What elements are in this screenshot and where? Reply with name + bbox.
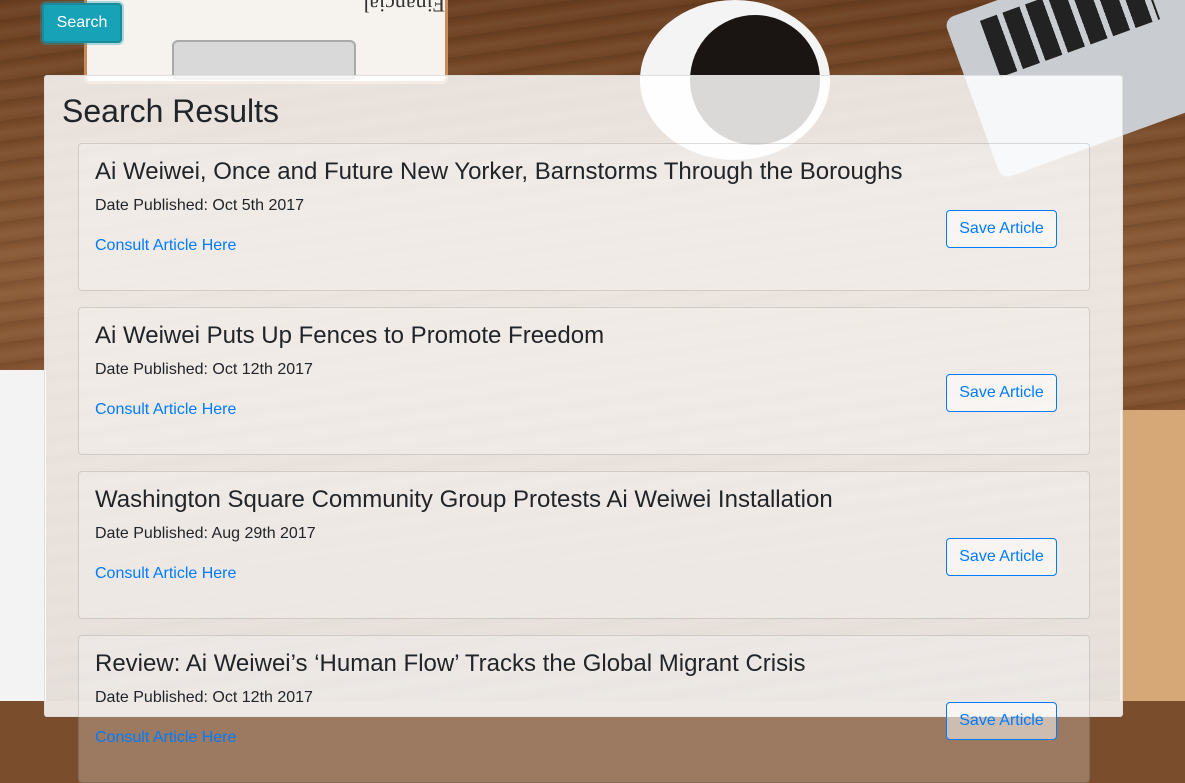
article-title: Ai Weiwei, Once and Future New Yorker, B…: [95, 158, 903, 185]
clipboard-text: Financial plan: [363, 0, 445, 17]
consult-article-link[interactable]: Consult Article Here: [95, 237, 236, 255]
article-title: Washington Square Community Group Protes…: [95, 486, 833, 513]
date-value: Oct 5th 2017: [212, 197, 305, 214]
date-value: Oct 12th 2017: [212, 689, 313, 706]
date-label: Date Published:: [95, 361, 208, 378]
search-button[interactable]: Search: [42, 3, 122, 43]
date-value: Aug 29th 2017: [211, 525, 316, 542]
article-card: Ai Weiwei Puts Up Fences to Promote Free…: [78, 307, 1090, 455]
page-title: Search Results: [62, 93, 279, 129]
consult-article-link[interactable]: Consult Article Here: [95, 401, 236, 419]
date-label: Date Published:: [95, 525, 208, 542]
desk-card: [1120, 410, 1185, 701]
article-date: Date Published: Oct 12th 2017: [95, 689, 313, 707]
consult-article-link[interactable]: Consult Article Here: [95, 729, 236, 747]
date-label: Date Published:: [95, 689, 208, 706]
notebook-image: [0, 370, 46, 701]
consult-article-link[interactable]: Consult Article Here: [95, 565, 236, 583]
clipboard-clip: [172, 40, 356, 80]
save-article-button[interactable]: Save Article: [946, 374, 1057, 412]
search-results-panel: Search Results Ai Weiwei, Once and Futur…: [44, 75, 1123, 783]
article-card: Review: Ai Weiwei’s ‘Human Flow’ Tracks …: [78, 635, 1090, 783]
save-article-button[interactable]: Save Article: [946, 538, 1057, 576]
article-date: Date Published: Oct 5th 2017: [95, 197, 304, 215]
save-article-button[interactable]: Save Article: [946, 702, 1057, 740]
date-label: Date Published:: [95, 197, 208, 214]
article-date: Date Published: Aug 29th 2017: [95, 525, 316, 543]
article-card: Ai Weiwei, Once and Future New Yorker, B…: [78, 143, 1090, 291]
article-date: Date Published: Oct 12th 2017: [95, 361, 313, 379]
date-value: Oct 12th 2017: [212, 361, 313, 378]
article-card: Washington Square Community Group Protes…: [78, 471, 1090, 619]
save-article-button[interactable]: Save Article: [946, 210, 1057, 248]
article-title: Review: Ai Weiwei’s ‘Human Flow’ Tracks …: [95, 650, 806, 677]
article-title: Ai Weiwei Puts Up Fences to Promote Free…: [95, 322, 605, 349]
